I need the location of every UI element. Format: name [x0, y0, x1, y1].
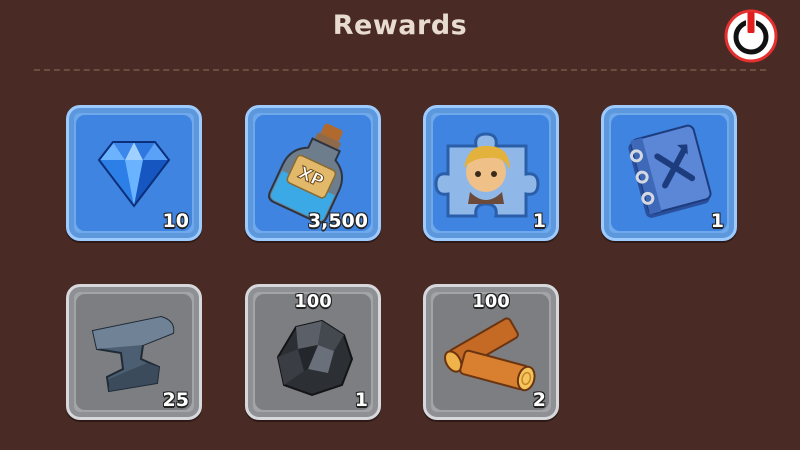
reward-quantity: 25 [162, 389, 189, 411]
reward-quantity: 1 [532, 210, 546, 232]
reward-quantity: 10 [162, 210, 189, 232]
reward-hero-puzzle[interactable]: 1 [423, 105, 559, 241]
reward-skill-book[interactable]: 1 [601, 105, 737, 241]
reward-quantity: 1 [710, 210, 724, 232]
reward-coal[interactable]: 100 1 [245, 284, 381, 420]
reward-anvil[interactable]: 25 [66, 284, 202, 420]
reward-quantity: 1 [354, 389, 368, 411]
title-divider [34, 69, 766, 71]
reward-quantity: 3,500 [307, 210, 368, 232]
reward-wood[interactable]: 100 2 [423, 284, 559, 420]
page-title: Rewards [332, 10, 468, 41]
power-icon[interactable] [722, 6, 780, 64]
reward-quantity: 2 [532, 389, 546, 411]
reward-xp-potion[interactable]: XP 3,500 [245, 105, 381, 241]
reward-diamond[interactable]: 10 [66, 105, 202, 241]
